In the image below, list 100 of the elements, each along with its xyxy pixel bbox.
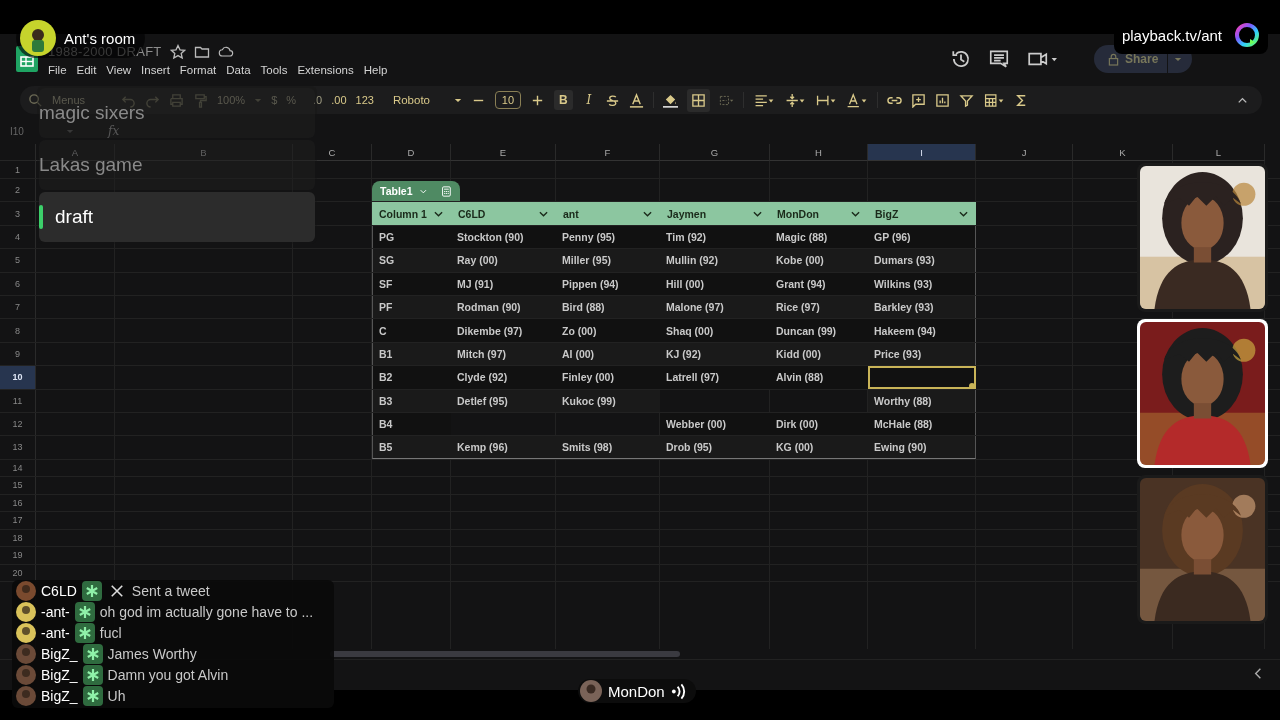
column-header[interactable]: G — [660, 144, 770, 161]
table-cell[interactable]: Smits (98) — [556, 436, 660, 459]
row-header[interactable]: 17 — [0, 512, 36, 529]
italic-button[interactable]: I — [581, 90, 597, 110]
row-header[interactable]: 5 — [0, 249, 36, 272]
column-header[interactable]: D — [372, 144, 451, 161]
history-icon[interactable] — [950, 48, 972, 70]
table-cell[interactable]: Kobe (00) — [770, 249, 868, 272]
table-cell[interactable]: Barkley (93) — [868, 295, 976, 319]
room-list-item[interactable]: draft — [39, 192, 315, 242]
table-cell[interactable]: B1 — [372, 342, 451, 366]
row-header[interactable]: 9 — [0, 342, 36, 366]
table-cell[interactable]: Bird (88) — [556, 295, 660, 319]
chevron-down-icon[interactable] — [851, 210, 860, 217]
menu-item[interactable]: Format — [179, 63, 217, 76]
menu-item[interactable]: File — [48, 63, 67, 76]
table-column-header[interactable]: Column 1 — [372, 202, 451, 225]
increase-decimal-button[interactable]: .00 — [331, 94, 347, 106]
borders-icon[interactable] — [687, 88, 711, 112]
row-header[interactable]: 4 — [0, 225, 36, 249]
table-column-header[interactable]: C6LD — [451, 202, 556, 225]
table-cell[interactable]: PF — [372, 295, 451, 319]
table-cell[interactable]: Rice (97) — [770, 295, 868, 319]
row-header[interactable]: 19 — [0, 547, 36, 564]
menu-item[interactable]: Tools — [260, 63, 288, 76]
selected-cell[interactable] — [868, 366, 976, 389]
table-cell[interactable]: Mullin (92) — [660, 249, 770, 272]
chevron-down-icon[interactable] — [434, 210, 443, 217]
menu-item[interactable]: Data — [226, 63, 251, 76]
star-icon[interactable] — [169, 43, 186, 60]
table-column-header[interactable]: Jaymen — [660, 202, 770, 225]
table-cell[interactable]: Rodman (90) — [451, 295, 556, 319]
row-header[interactable]: 7 — [0, 295, 36, 319]
menu-item[interactable]: Extensions — [297, 63, 354, 76]
column-header[interactable]: C — [293, 144, 372, 161]
table-name[interactable]: Table1 — [380, 185, 413, 198]
filter-icon[interactable] — [959, 92, 975, 108]
table-column-header[interactable]: BigZ — [868, 202, 976, 225]
row-header[interactable]: 10 — [0, 366, 36, 389]
chevron-down-icon[interactable] — [753, 210, 762, 217]
column-header[interactable]: J — [976, 144, 1073, 161]
table-cell[interactable]: Mitch (97) — [451, 342, 556, 366]
menu-item[interactable]: Help — [363, 63, 388, 76]
column-title[interactable]: BigZ — [875, 207, 899, 220]
column-title[interactable]: ant — [563, 207, 579, 220]
row-header[interactable]: 13 — [0, 436, 36, 459]
table-cell[interactable]: AI (00) — [556, 342, 660, 366]
row-header[interactable]: 6 — [0, 272, 36, 295]
column-title[interactable]: Jaymen — [667, 207, 707, 220]
strikethrough-icon[interactable] — [605, 92, 621, 108]
table-cell[interactable]: Drob (95) — [660, 436, 770, 459]
column-header[interactable]: I — [868, 144, 976, 161]
table-cell[interactable]: Kukoc (99) — [556, 389, 660, 412]
table-cell[interactable]: Miller (95) — [556, 249, 660, 272]
decrease-decimal-button[interactable]: .0 — [313, 94, 323, 106]
number-format-button[interactable]: 123 — [355, 94, 374, 106]
chat-username[interactable]: C6LD — [41, 582, 77, 599]
chat-username[interactable]: -ant- — [41, 624, 70, 641]
table-cell[interactable]: B2 — [372, 366, 451, 389]
table-cell[interactable]: Price (93) — [868, 342, 976, 366]
menu-item[interactable]: View — [106, 63, 132, 76]
dropdown-caret-icon[interactable] — [453, 97, 462, 103]
table-cell[interactable]: KJ (92) — [660, 342, 770, 366]
column-title[interactable]: C6LD — [458, 207, 486, 220]
table-cell[interactable]: Malone (97) — [660, 295, 770, 319]
table-name-tab[interactable]: Table1 — [372, 181, 460, 202]
table-cell[interactable]: Kemp (96) — [451, 436, 556, 459]
table-cell[interactable]: SG — [372, 249, 451, 272]
row-header[interactable]: 11 — [0, 389, 36, 412]
menu-search-field[interactable]: Menus — [52, 94, 112, 106]
column-header[interactable]: E — [451, 144, 556, 161]
chat-username[interactable]: BigZ_ — [41, 645, 78, 662]
table-column-header[interactable]: ant — [556, 202, 660, 225]
row-header[interactable]: 8 — [0, 319, 36, 342]
row-header[interactable]: 15 — [0, 477, 36, 494]
row-header[interactable]: 16 — [0, 494, 36, 512]
table-cell[interactable]: B3 — [372, 389, 451, 412]
table-cell[interactable]: C — [372, 319, 451, 342]
column-header[interactable]: K — [1073, 144, 1173, 161]
table-view-icon[interactable] — [983, 92, 1006, 108]
chevron-down-icon[interactable] — [539, 210, 548, 217]
chat-username[interactable]: BigZ_ — [41, 687, 78, 704]
row-header[interactable]: 3 — [0, 202, 36, 225]
search-icon[interactable] — [28, 92, 43, 108]
bold-button[interactable]: B — [553, 90, 573, 110]
comment-icon[interactable] — [988, 48, 1010, 70]
fill-color-icon[interactable] — [663, 92, 679, 108]
table-cell[interactable]: Detlef (95) — [451, 389, 556, 412]
font-select[interactable]: Roboto — [392, 94, 445, 106]
row-header[interactable]: 1 — [0, 161, 36, 178]
column-title[interactable]: MonDon — [777, 207, 819, 220]
chat-username[interactable]: -ant- — [41, 603, 70, 620]
table-cell[interactable]: Kidd (00) — [770, 342, 868, 366]
text-rotation-icon[interactable] — [846, 92, 869, 108]
chevron-down-icon[interactable] — [643, 210, 652, 217]
row-header[interactable]: 14 — [0, 459, 36, 477]
chart-icon[interactable] — [935, 92, 951, 108]
font-size-field[interactable]: 10 — [494, 91, 521, 109]
row-header[interactable]: 2 — [0, 179, 36, 202]
chat-username[interactable]: BigZ_ — [41, 666, 78, 683]
